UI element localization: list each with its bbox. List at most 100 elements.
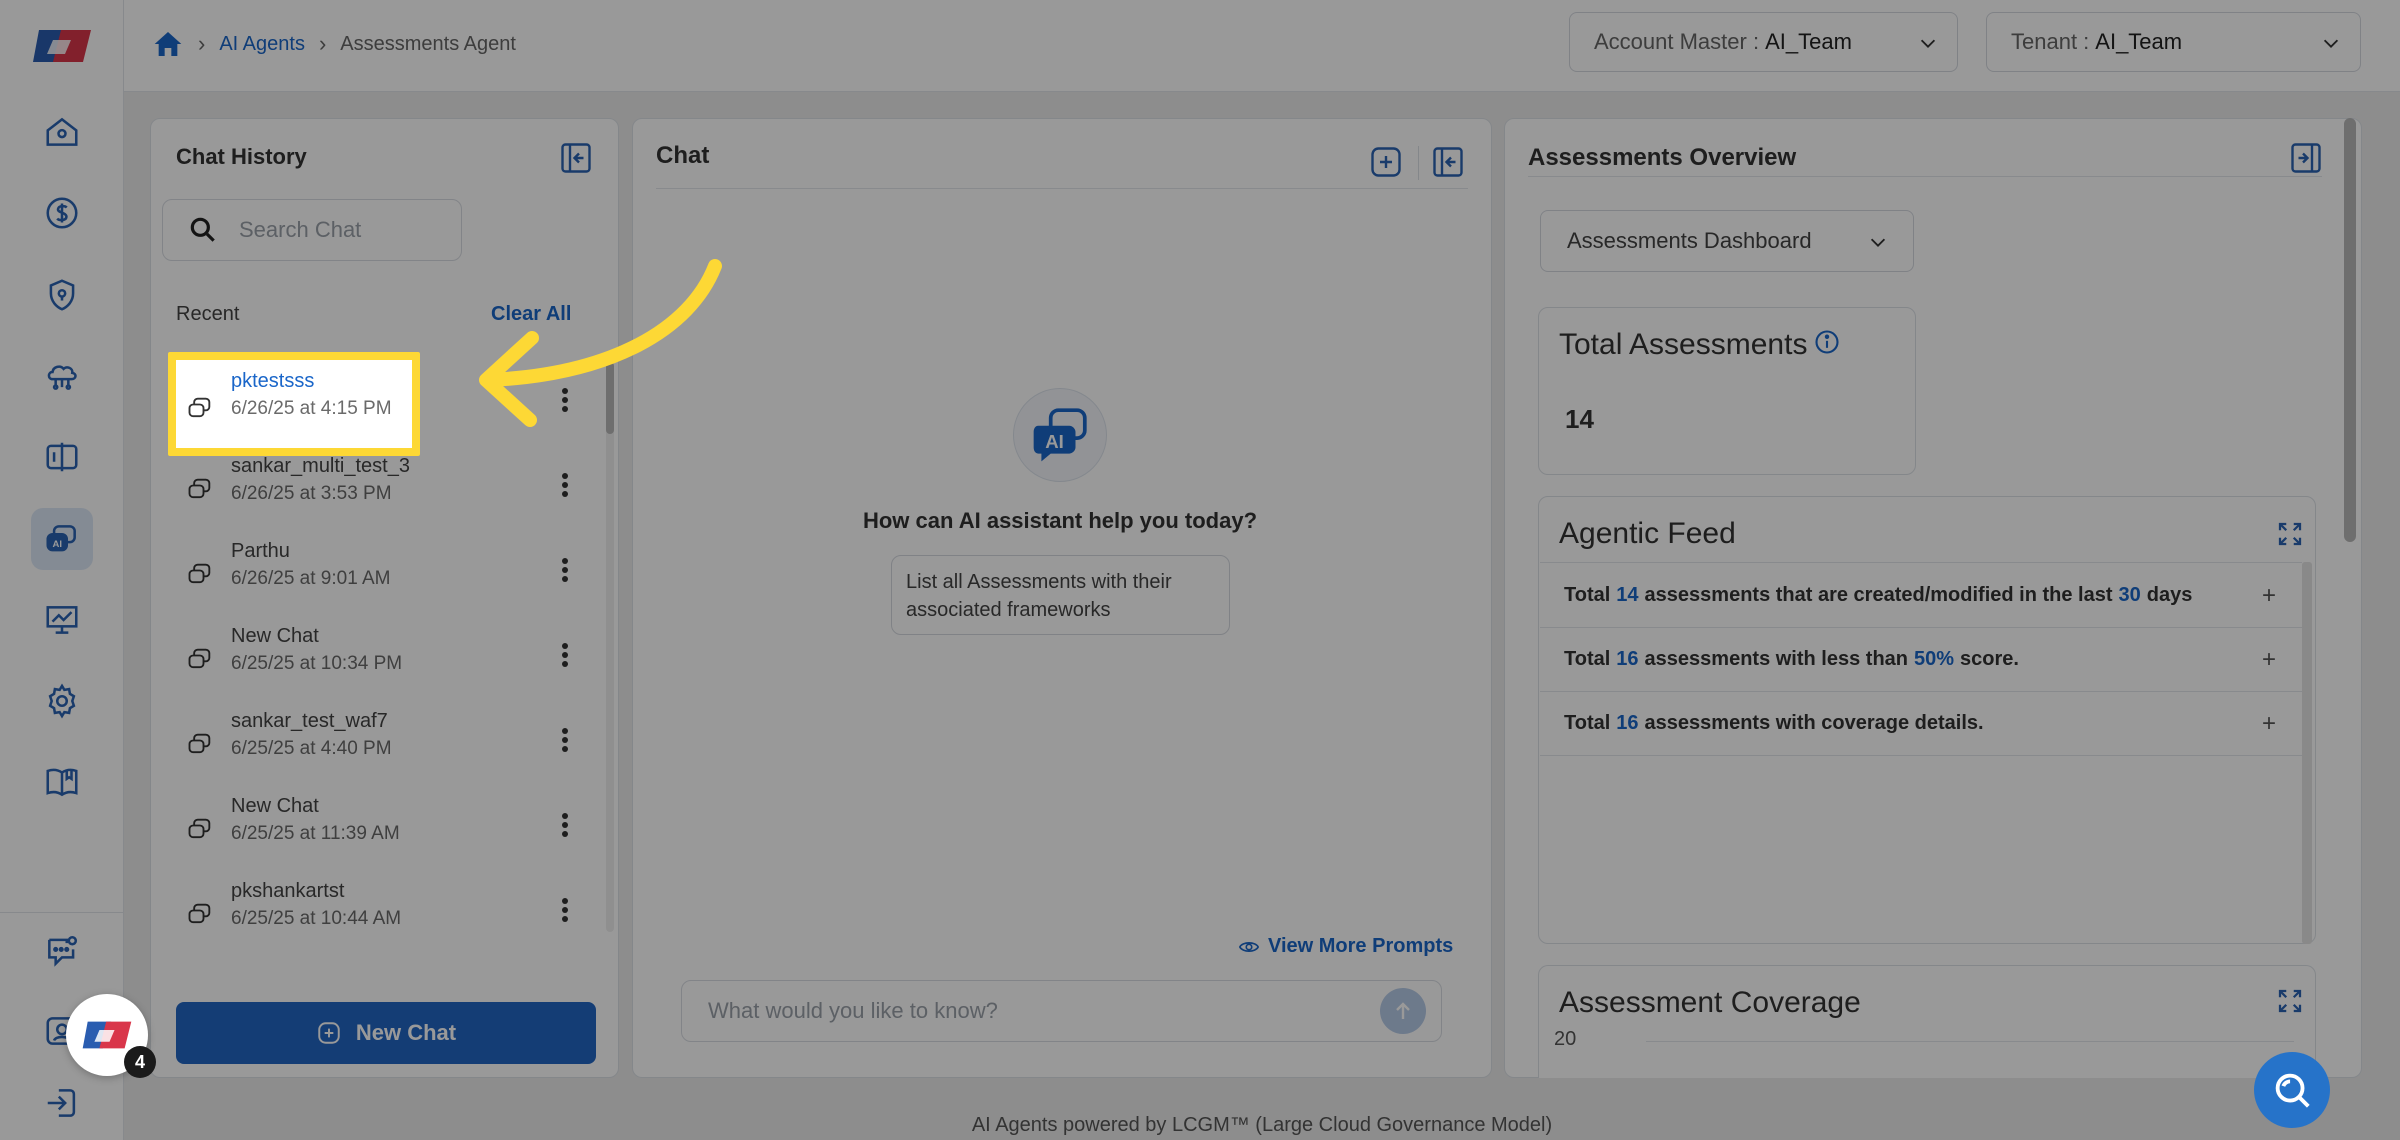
chat-settings-icon[interactable]: [31, 920, 93, 982]
expand-plus-icon[interactable]: +: [2262, 582, 2276, 610]
expand-plus-icon[interactable]: +: [2262, 646, 2276, 674]
chevron-right-icon: ›: [318, 31, 327, 56]
ai-assistant-icon: AI: [1013, 388, 1107, 482]
history-item-time: 6/26/25 at 3:53 PM: [231, 483, 392, 504]
highlight-frame: [168, 352, 420, 456]
eye-icon: [1238, 941, 1260, 952]
account-master-select[interactable]: Account Master : AI_Team: [1569, 12, 1958, 72]
coverage-gridline: [1646, 1041, 2294, 1042]
history-item-title: New Chat: [231, 795, 319, 817]
feed-item[interactable]: Total 16 assessments with coverage detai…: [1540, 692, 2302, 756]
chat-input-placeholder: What would you like to know?: [708, 998, 998, 1023]
tenant-label: Tenant :: [2011, 29, 2090, 54]
account-master-value: AI_Team: [1765, 29, 1852, 54]
more-vertical-icon[interactable]: [554, 467, 576, 503]
chat-bubble-icon: [188, 903, 211, 924]
new-chat-icon[interactable]: [1368, 144, 1404, 180]
brand-logo[interactable]: [31, 26, 93, 66]
ai-badge-text: AI: [1045, 431, 1064, 452]
expand-plus-icon[interactable]: +: [2262, 710, 2276, 738]
expand-panel-icon[interactable]: [2288, 140, 2324, 176]
search-help-button[interactable]: [2254, 1052, 2330, 1128]
chevron-right-icon: ›: [198, 31, 206, 56]
dashboard-select[interactable]: Assessments Dashboard: [1540, 210, 1914, 272]
more-vertical-icon[interactable]: [554, 892, 576, 928]
new-chat-label: New Chat: [355, 1020, 457, 1045]
chat-bubble-icon: [188, 478, 211, 499]
feed-number: 14: [1616, 584, 1639, 606]
history-item-time: 6/25/25 at 10:44 AM: [231, 908, 402, 929]
collapse-panel-icon[interactable]: [558, 140, 594, 176]
recent-label: Recent: [176, 303, 240, 325]
collapse-panel-icon[interactable]: [1430, 144, 1466, 180]
shield-icon[interactable]: [31, 264, 93, 326]
home-icon[interactable]: [31, 101, 93, 163]
more-vertical-icon[interactable]: [554, 637, 576, 673]
more-vertical-icon[interactable]: [554, 552, 576, 588]
feed-text: score.: [1960, 648, 2019, 670]
assessment-coverage-card: Assessment Coverage: [1538, 965, 2316, 1078]
breadcrumb-current: Assessments Agent: [340, 32, 516, 55]
more-vertical-icon[interactable]: [554, 722, 576, 758]
feed-text: Total: [1564, 648, 1611, 670]
search-icon: [2275, 1073, 2310, 1108]
feed-number: 30: [2118, 584, 2141, 606]
feed-text: assessments with less than: [1644, 648, 1908, 670]
chat-header-divider: [656, 188, 1468, 189]
assistant-greeting: How can AI assistant help you today?: [862, 508, 1258, 533]
overview-scrollbar[interactable]: [2344, 118, 2356, 542]
history-item[interactable]: pkshankartst 6/25/25 at 10:44 AM: [176, 870, 602, 955]
history-item-time: 6/25/25 at 10:34 PM: [231, 653, 403, 674]
account-master-label: Account Master :: [1594, 29, 1760, 54]
expand-icon[interactable]: [2275, 519, 2305, 549]
cloud-network-icon[interactable]: [31, 345, 93, 407]
feed-item[interactable]: Total 14 assessments that are created/mo…: [1540, 564, 2302, 628]
feed-divider: [1540, 562, 2302, 563]
search-chat-input[interactable]: Search Chat: [162, 199, 462, 261]
dollar-icon[interactable]: [31, 182, 93, 244]
info-icon[interactable]: [1813, 328, 1841, 356]
breadcrumb-home-icon[interactable]: [152, 28, 184, 60]
send-button[interactable]: [1380, 988, 1426, 1034]
history-item[interactable]: New Chat 6/25/25 at 11:39 AM: [176, 785, 602, 870]
tenant-value: AI_Team: [2095, 29, 2183, 54]
logout-icon[interactable]: [31, 1072, 93, 1134]
rail-divider: [0, 912, 124, 913]
assessment-coverage-title: Assessment Coverage: [1559, 986, 1861, 1019]
chat-bubble-icon: [188, 818, 211, 839]
feed-item[interactable]: Total 16 assessments with less than 50% …: [1540, 628, 2302, 692]
view-more-prompts-link[interactable]: View More Prompts: [1238, 935, 1453, 958]
book-icon[interactable]: [31, 751, 93, 813]
feed-text: assessments with coverage details.: [1644, 712, 1984, 734]
chat-bubble-icon: [188, 563, 211, 584]
view-more-label: View More Prompts: [1268, 935, 1454, 957]
history-item[interactable]: sankar_test_waf7 6/25/25 at 4:40 PM: [176, 700, 602, 785]
chat-title: Chat: [656, 142, 710, 169]
expand-icon[interactable]: [2275, 986, 2305, 1016]
agentic-feed-title: Agentic Feed: [1559, 517, 1736, 550]
new-chat-button[interactable]: New Chat: [176, 1002, 596, 1064]
gear-icon[interactable]: [31, 670, 93, 732]
history-item[interactable]: New Chat 6/25/25 at 10:34 PM: [176, 615, 602, 700]
more-vertical-icon[interactable]: [554, 807, 576, 843]
history-item-time: 6/25/25 at 4:40 PM: [231, 738, 392, 759]
history-item-title: pkshankartst: [231, 880, 345, 902]
chevron-down-icon: [2323, 39, 2339, 48]
compare-icon[interactable]: [31, 426, 93, 488]
history-item[interactable]: Parthu 6/26/25 at 9:01 AM: [176, 530, 602, 615]
total-assessments-value: 14: [1565, 404, 1594, 434]
feed-number: 16: [1616, 712, 1639, 734]
feed-scrollbar[interactable]: [2302, 562, 2312, 944]
search-placeholder: Search Chat: [239, 217, 362, 242]
brand-logo-icon: [82, 1021, 132, 1049]
presentation-icon[interactable]: [31, 589, 93, 651]
tenant-select[interactable]: Tenant : AI_Team: [1986, 12, 2361, 72]
breadcrumb-ai-agents[interactable]: AI Agents: [219, 33, 305, 56]
feed-text: assessments that are created/modified in…: [1644, 584, 2113, 606]
svg-text:AI: AI: [53, 539, 63, 550]
history-item[interactable]: sankar_multi_test_3 6/26/25 at 3:53 PM: [176, 445, 602, 530]
suggested-prompt[interactable]: List all Assessments with their associat…: [891, 555, 1230, 635]
ai-chat-icon[interactable]: AI: [31, 508, 93, 570]
coverage-y-tick: 20: [1554, 1028, 1577, 1050]
chat-message-input[interactable]: What would you like to know?: [681, 980, 1442, 1042]
